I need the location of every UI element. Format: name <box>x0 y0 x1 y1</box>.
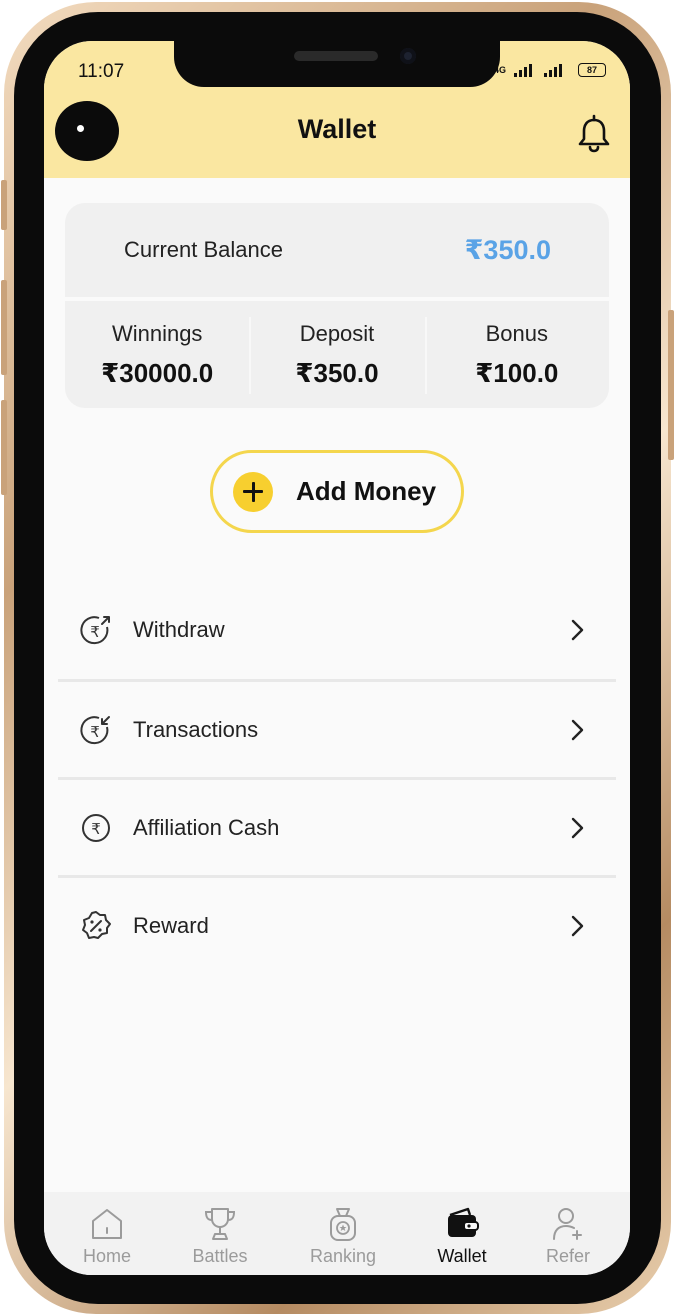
menu-label: Transactions <box>133 716 259 742</box>
phone-power-button <box>668 310 674 460</box>
svg-text:₹: ₹ <box>90 623 100 641</box>
battery-level: 87 <box>587 65 598 75</box>
add-money-label: Add Money <box>296 476 437 506</box>
signal-icon-2 <box>544 63 563 77</box>
chevron-right-icon <box>571 719 584 740</box>
menu-item-reward[interactable]: Reward <box>58 875 616 973</box>
menu-item-affiliation-cash[interactable]: ₹ Affiliation Cash <box>58 777 616 875</box>
stat-deposit: Deposit ₹350.0 <box>249 301 424 408</box>
home-icon <box>92 1209 122 1239</box>
svg-text:₹: ₹ <box>91 820 101 838</box>
chevron-right-icon <box>571 817 584 838</box>
camera-notch <box>174 41 500 87</box>
current-balance-row: Current Balance ₹350.0 <box>65 203 609 297</box>
current-balance-value: ₹350.0 <box>464 234 551 265</box>
phone-volume-up <box>1 280 7 375</box>
bottom-nav: Home Battles Ranking Wallet Refer <box>44 1192 630 1275</box>
stat-label: Deposit <box>299 320 375 346</box>
nav-label: Refer <box>545 1246 590 1266</box>
stat-label: Winnings <box>111 320 203 346</box>
balance-breakdown: Winnings ₹30000.0 Deposit ₹350.0 Bonus ₹… <box>65 301 609 408</box>
app-header: 11:07 4G 87 Wallet <box>44 41 630 178</box>
balance-card: Current Balance ₹350.0 Winnings ₹30000.0… <box>65 203 609 408</box>
svg-text:₹: ₹ <box>90 723 100 741</box>
stat-value: ₹30000.0 <box>101 357 214 388</box>
page-title: Wallet <box>297 114 377 144</box>
menu-item-transactions[interactable]: ₹ Transactions <box>58 679 616 777</box>
status-indicators: 4G 87 <box>494 63 607 77</box>
phone-volume-down <box>1 400 7 495</box>
stat-bonus: Bonus ₹100.0 <box>424 301 609 408</box>
bell-icon[interactable] <box>576 114 612 154</box>
withdraw-icon: ₹ <box>80 616 110 645</box>
transactions-icon: ₹ <box>80 715 110 744</box>
nav-label: Battles <box>192 1246 248 1266</box>
stat-value: ₹350.0 <box>295 357 379 388</box>
wallet-menu: ₹ Withdraw ₹ Transactions ₹ Affiliation … <box>58 581 616 973</box>
app-screen: 11:07 4G 87 Wallet Current Balance ₹350.… <box>44 41 630 1275</box>
stat-label: Bonus <box>485 320 548 346</box>
nav-item-ranking[interactable]: Ranking <box>293 1192 393 1275</box>
trophy-icon <box>204 1208 236 1240</box>
add-money-button[interactable]: Add Money <box>210 450 464 533</box>
camera-icon <box>400 48 416 64</box>
nav-label: Home <box>82 1246 131 1266</box>
status-time: 11:07 <box>78 61 125 82</box>
nav-item-wallet[interactable]: Wallet <box>412 1192 512 1275</box>
reward-badge-icon <box>82 910 111 939</box>
stat-value: ₹100.0 <box>475 357 559 388</box>
wallet-icon <box>448 1207 479 1237</box>
menu-item-withdraw[interactable]: ₹ Withdraw <box>58 581 616 679</box>
nav-label: Wallet <box>437 1246 487 1266</box>
menu-label: Withdraw <box>133 617 225 642</box>
signal-icon <box>514 63 533 77</box>
chevron-right-icon <box>571 915 584 936</box>
nav-item-battles[interactable]: Battles <box>170 1192 270 1275</box>
refer-icon <box>553 1208 582 1240</box>
nav-item-refer[interactable]: Refer <box>518 1192 618 1275</box>
nav-label: Ranking <box>309 1246 377 1266</box>
phone-side-button <box>1 180 7 230</box>
ranking-icon <box>330 1208 356 1241</box>
nav-item-home[interactable]: Home <box>57 1192 157 1275</box>
chevron-right-icon <box>571 619 584 641</box>
battery-icon: 87 <box>578 63 607 77</box>
speaker-grille <box>294 51 378 61</box>
menu-label: Reward <box>133 912 209 938</box>
stat-winnings: Winnings ₹30000.0 <box>65 301 249 408</box>
plus-icon <box>233 471 273 512</box>
menu-label: Affiliation Cash <box>133 814 280 840</box>
current-balance-label: Current Balance <box>124 237 283 262</box>
rupee-icon: ₹ <box>82 813 110 842</box>
